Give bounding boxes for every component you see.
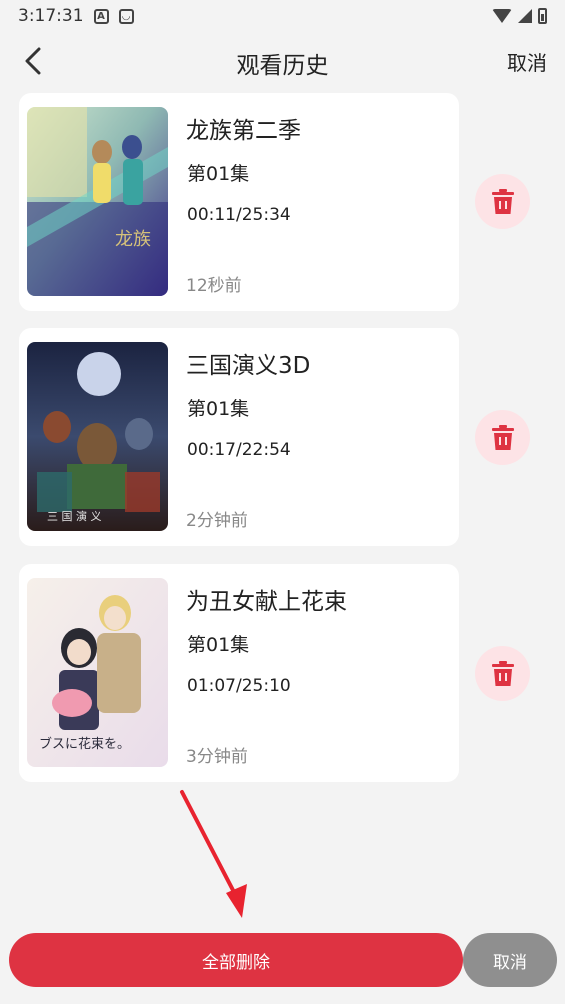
- card-progress: 00:11/25:34: [187, 205, 291, 225]
- history-card[interactable]: ブスに花束を。 为丑女献上花束 第01集 01:07/25:10 3分钟前: [19, 564, 459, 782]
- poster-image: 龙族: [27, 107, 168, 296]
- card-episode: 第01集: [187, 634, 250, 656]
- svg-text:龙族: 龙族: [115, 229, 151, 250]
- card-timestamp: 3分钟前: [186, 747, 248, 767]
- card-episode: 第01集: [187, 163, 250, 185]
- wifi-icon: [492, 9, 512, 23]
- header-cancel-button[interactable]: 取消: [507, 47, 547, 76]
- card-timestamp: 12秒前: [186, 276, 242, 296]
- trash-icon: [491, 424, 514, 450]
- card-title: 三国演义3D: [186, 353, 311, 379]
- card-timestamp: 2分钟前: [186, 511, 248, 531]
- delete-button[interactable]: [475, 410, 530, 465]
- card-episode: 第01集: [187, 398, 250, 420]
- delete-button[interactable]: [475, 646, 530, 701]
- history-card[interactable]: 龙族 龙族第二季 第01集 00:11/25:34 12秒前: [19, 93, 459, 311]
- delete-all-button[interactable]: 全部删除: [9, 933, 463, 987]
- trash-icon: [491, 660, 514, 686]
- footer-cancel-button[interactable]: 取消: [463, 933, 557, 987]
- battery-icon: [538, 8, 547, 24]
- cat-notification-icon: ◡: [118, 8, 134, 24]
- svg-text:三 国 演 义: 三 国 演 义: [47, 509, 102, 523]
- svg-text:ブスに花束を。: ブスに花束を。: [39, 736, 130, 752]
- card-title: 为丑女献上花束: [186, 589, 347, 615]
- page-title: 观看历史: [236, 53, 329, 79]
- trash-icon: [491, 188, 514, 214]
- poster-image: 三 国 演 义: [27, 342, 168, 531]
- card-progress: 01:07/25:10: [187, 676, 291, 696]
- top-bar: 观看历史 取消: [0, 36, 565, 86]
- history-card[interactable]: 三 国 演 义 三国演义3D 第01集 00:17/22:54 2分钟前: [19, 328, 459, 546]
- card-progress: 00:17/22:54: [187, 440, 291, 460]
- poster-image: ブスに花束を。: [27, 578, 168, 767]
- card-title: 龙族第二季: [186, 118, 301, 144]
- signal-icon: [518, 9, 532, 23]
- status-bar: 3:17:31 A ◡: [0, 0, 565, 32]
- a-notification-icon: A: [93, 8, 109, 24]
- status-time: 3:17:31: [18, 6, 84, 26]
- delete-button[interactable]: [475, 174, 530, 229]
